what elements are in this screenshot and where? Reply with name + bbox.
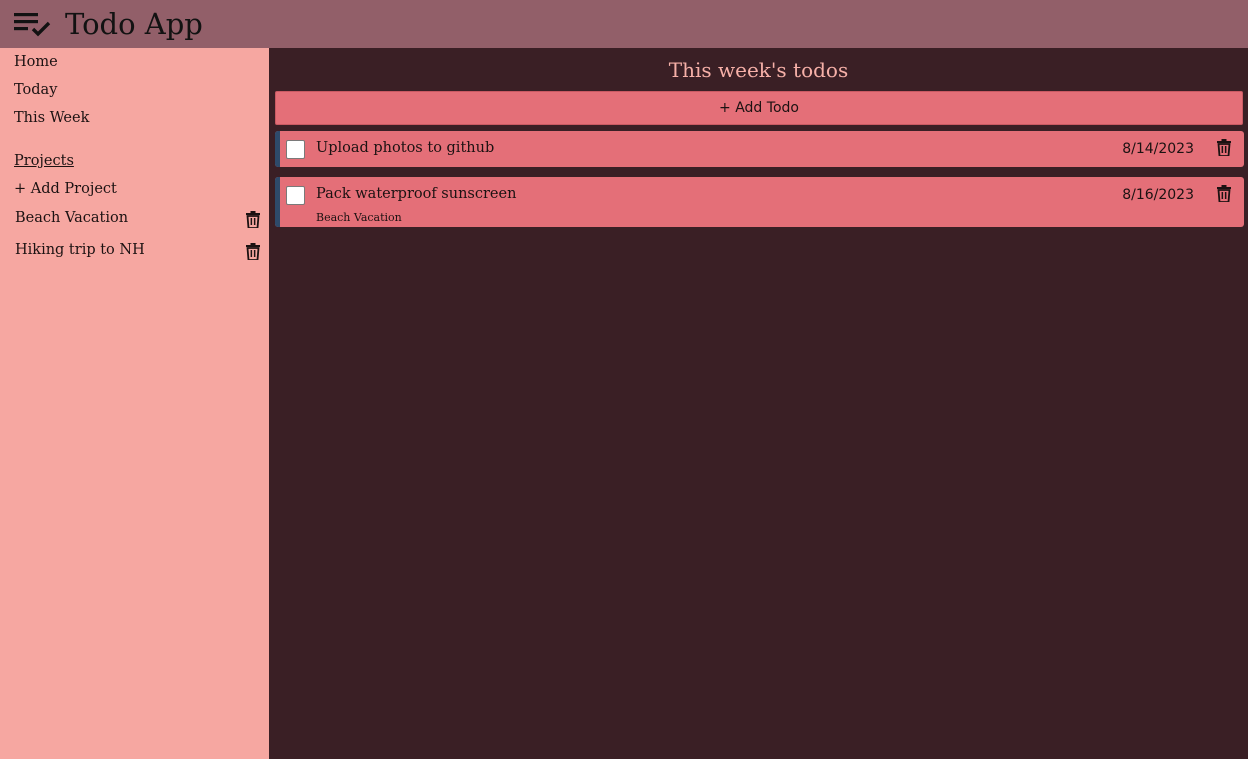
add-todo-button[interactable]: + Add Todo bbox=[275, 91, 1243, 125]
project-color-bar bbox=[275, 177, 280, 227]
nav-today[interactable]: Today bbox=[14, 80, 57, 100]
trash-icon[interactable] bbox=[246, 211, 260, 228]
app-header: Todo App bbox=[0, 0, 1248, 48]
todo-date: 8/16/2023 bbox=[1122, 187, 1194, 203]
projects-heading: Projects bbox=[14, 153, 74, 169]
add-project-button[interactable]: + Add Project bbox=[14, 179, 117, 199]
todo-item[interactable]: Pack waterproof sunscreen Beach Vacation… bbox=[275, 177, 1244, 227]
project-name[interactable]: Beach Vacation bbox=[15, 208, 128, 228]
todo-text: Pack waterproof sunscreen bbox=[316, 186, 517, 202]
checklist-icon bbox=[14, 13, 51, 37]
todo-project-label: Beach Vacation bbox=[316, 211, 402, 224]
project-name[interactable]: Hiking trip to NH bbox=[15, 240, 145, 260]
todo-date: 8/14/2023 bbox=[1122, 141, 1194, 157]
page-title: This week's todos bbox=[668, 58, 849, 82]
project-item[interactable]: Hiking trip to NH bbox=[15, 240, 263, 264]
nav-home[interactable]: Home bbox=[14, 52, 58, 72]
todo-item[interactable]: Upload photos to github 8/14/2023 bbox=[275, 131, 1244, 167]
sidebar: Home Today This Week Projects + Add Proj… bbox=[0, 48, 269, 759]
app-title: Todo App bbox=[65, 7, 203, 41]
nav-this-week[interactable]: This Week bbox=[14, 108, 89, 128]
main-panel: This week's todos + Add Todo Upload phot… bbox=[269, 48, 1248, 759]
todo-checkbox[interactable] bbox=[286, 140, 305, 159]
trash-icon[interactable] bbox=[246, 243, 260, 260]
trash-icon[interactable] bbox=[1217, 185, 1231, 202]
todo-checkbox[interactable] bbox=[286, 186, 305, 205]
project-color-bar bbox=[275, 131, 280, 167]
project-item[interactable]: Beach Vacation bbox=[15, 208, 263, 232]
trash-icon[interactable] bbox=[1217, 139, 1231, 156]
todo-text: Upload photos to github bbox=[316, 140, 495, 156]
